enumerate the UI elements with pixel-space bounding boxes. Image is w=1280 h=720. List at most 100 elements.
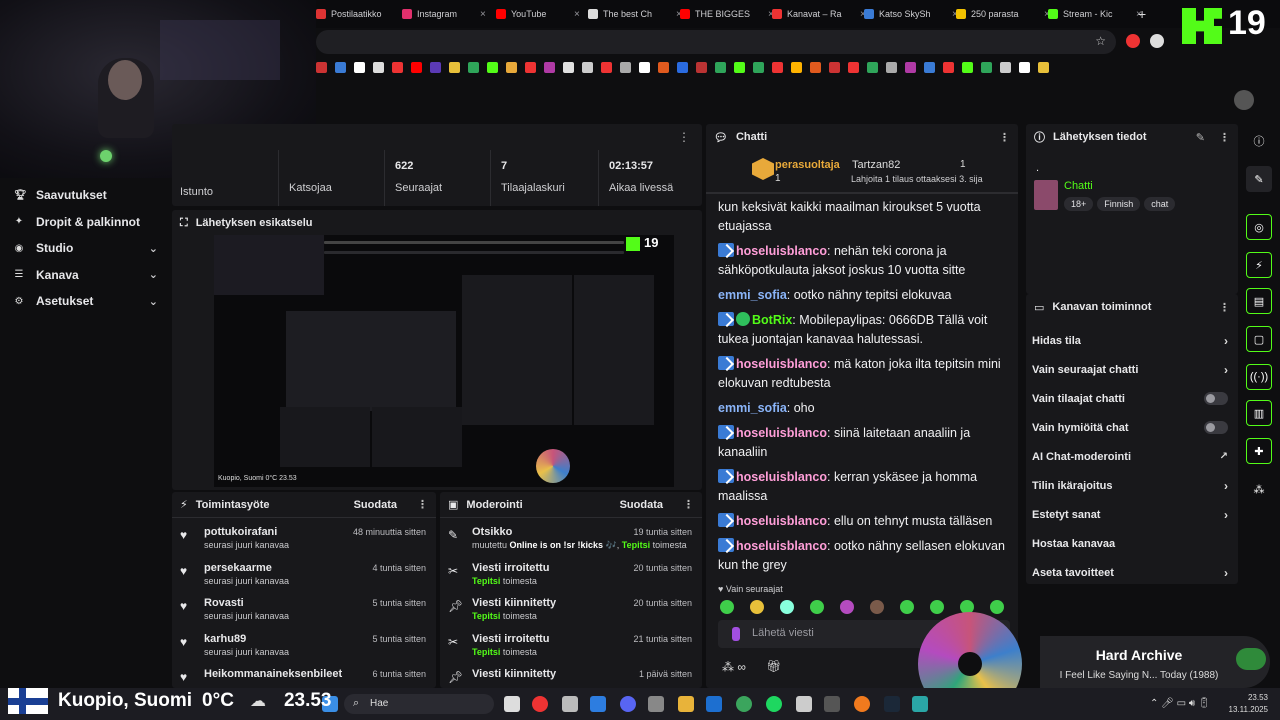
sidebar-item-studio[interactable]: ◉ Studio ⌄ — [0, 235, 170, 262]
activity-user[interactable]: pottukoirafani — [204, 526, 277, 538]
app-icon[interactable] — [912, 696, 928, 712]
chat-username[interactable]: emmi_sofia — [718, 401, 787, 415]
app-icon[interactable] — [562, 696, 578, 712]
bookmark-icon[interactable] — [639, 61, 650, 73]
taskbar-search[interactable]: ⌕ Hae — [344, 694, 494, 714]
close-tab-icon[interactable]: × — [574, 9, 580, 20]
activity-item[interactable]: ♥ karhu89 seurasi juuri kanavaa 5 tuntia si… — [172, 631, 436, 666]
channel-action-item[interactable]: Hidas tila › — [1026, 326, 1238, 355]
bookmark-icon[interactable] — [563, 61, 574, 73]
browser-tab[interactable]: Postilaatikko× — [316, 4, 410, 24]
activity-user[interactable]: Heikommanaineksenbileet — [204, 668, 342, 680]
more-options-icon[interactable]: ⋮ — [1219, 301, 1230, 314]
extension-icon[interactable] — [1150, 34, 1164, 48]
bookmark-icon[interactable] — [772, 61, 783, 73]
activity-item[interactable]: ♥ pottukoirafani seurasi juuri kanavaa 48 m… — [172, 524, 436, 559]
emote-icon[interactable] — [750, 600, 764, 614]
app-icon[interactable] — [532, 696, 548, 712]
tag[interactable]: 18+ — [1064, 197, 1094, 211]
avatar[interactable] — [1234, 90, 1254, 110]
edit-icon[interactable]: ✎ — [1196, 131, 1205, 144]
bookmark-icon[interactable] — [924, 61, 935, 73]
category-thumbnail[interactable] — [1034, 180, 1058, 210]
moderation-item[interactable]: ✎ Otsikko muutettu Online is on !sr !kicks… — [440, 524, 702, 559]
tag[interactable]: chat — [1144, 197, 1176, 211]
more-options-icon[interactable]: ⋮ — [683, 498, 694, 511]
folder-icon[interactable] — [678, 696, 694, 712]
chat-username[interactable]: hoseluisblanco — [736, 426, 827, 440]
activity-item[interactable]: ♥ Rovasti seurasi juuri kanavaa 5 tuntia si… — [172, 595, 436, 630]
moderator-name[interactable]: Tepitsi — [622, 540, 650, 550]
chat-tools-icon[interactable]: ⁂ ∞ — [722, 660, 746, 674]
bookmark-icon[interactable] — [487, 61, 498, 73]
browser-tab[interactable]: YouTube × — [496, 4, 580, 24]
channel-action-item[interactable]: Vain hymiöitä chat — [1026, 413, 1238, 442]
edge-icon[interactable] — [736, 696, 752, 712]
spotify-icon[interactable] — [766, 696, 782, 712]
more-options-icon[interactable]: ⋮ — [417, 498, 428, 511]
more-icon[interactable]: ⁂ — [1246, 476, 1272, 502]
bookmark-icon[interactable] — [335, 61, 346, 73]
bookmark-icon[interactable] — [962, 61, 973, 73]
moderator-name[interactable]: Tepitsi — [472, 611, 500, 621]
bookmark-icon[interactable] — [449, 61, 460, 73]
emote-icon[interactable] — [870, 600, 884, 614]
emote-icon[interactable] — [780, 600, 794, 614]
more-options-icon[interactable]: ⋮ — [1219, 131, 1230, 144]
emote-icon[interactable] — [900, 600, 914, 614]
bookmark-icon[interactable] — [1038, 61, 1049, 73]
activity-filter-button[interactable]: Suodata — [354, 499, 397, 511]
info-icon[interactable]: ⓘ — [1246, 128, 1272, 154]
moderator-name[interactable]: Tepitsi — [472, 647, 500, 657]
app-icon[interactable] — [796, 696, 812, 712]
clock-date[interactable]: 13.11.2025 — [1214, 705, 1268, 714]
chat-username[interactable]: hoseluisblanco — [736, 244, 827, 258]
mic-icon[interactable] — [732, 627, 740, 641]
channel-action-item[interactable]: Hostaa kanavaa — [1026, 529, 1238, 558]
activity-item[interactable]: ♥ Heikommanaineksenbileet 6 tuntia sitten — [172, 666, 436, 684]
broadcast-icon[interactable]: ((·)) — [1246, 364, 1272, 390]
channel-action-item[interactable]: Vain seuraajat chatti › — [1026, 355, 1238, 384]
new-tab-button[interactable]: + — [1138, 4, 1146, 24]
bookmark-icon[interactable] — [525, 61, 536, 73]
discord-icon[interactable] — [620, 696, 636, 712]
browser-tab[interactable]: Katso SkySh × — [864, 4, 958, 24]
moderator-name[interactable]: Tepitsi — [472, 576, 500, 586]
toggle-switch[interactable] — [1204, 392, 1228, 405]
bookmark-icon[interactable] — [753, 61, 764, 73]
bookmark-icon[interactable] — [848, 61, 859, 73]
moderation-filter-button[interactable]: Suodata — [620, 499, 663, 511]
bookmark-icon[interactable] — [1000, 61, 1011, 73]
bookmark-icon[interactable] — [943, 61, 954, 73]
sidebar-item-achievements[interactable]: 🏆︎ Saavutukset — [0, 182, 170, 209]
clock-time[interactable]: 23.53 — [1222, 693, 1268, 702]
second-gifter-name[interactable]: Tartzan82 — [852, 159, 900, 171]
channel-action-item[interactable]: Vain tilaajat chatti — [1026, 384, 1238, 413]
chat-username[interactable]: BotRix — [752, 313, 792, 327]
bookmark-icon[interactable] — [506, 61, 517, 73]
browser-tab[interactable]: 250 parasta × — [956, 4, 1050, 24]
toggle-switch[interactable] — [1204, 421, 1228, 434]
bookmark-icon[interactable] — [715, 61, 726, 73]
activity-user[interactable]: karhu89 — [204, 633, 246, 645]
sidebar-item-drops[interactable]: ✦ Dropit & palkinnot — [0, 209, 170, 236]
sidebar-item-settings[interactable]: ⚙ Asetukset ⌄ — [0, 288, 170, 315]
settings-icon[interactable] — [648, 696, 664, 712]
activity-user[interactable]: Rovasti — [204, 597, 244, 609]
bookmark-star-icon[interactable]: ☆ — [1095, 34, 1106, 48]
bookmark-icon[interactable] — [677, 61, 688, 73]
browser-tab[interactable]: Instagram × — [402, 4, 486, 24]
extension-icon[interactable] — [1126, 34, 1140, 48]
more-options-icon[interactable]: ⋮ — [678, 130, 690, 144]
bookmark-icon[interactable] — [905, 61, 916, 73]
mail-icon[interactable] — [706, 696, 722, 712]
bookmark-icon[interactable] — [886, 61, 897, 73]
category-link[interactable]: Chatti — [1064, 180, 1093, 192]
chat-username[interactable]: hoseluisblanco — [736, 514, 827, 528]
bookmark-icon[interactable] — [468, 61, 479, 73]
chat-username[interactable]: emmi_sofia — [718, 288, 787, 302]
close-tab-icon[interactable]: × — [480, 9, 486, 20]
emote-icon[interactable] — [720, 600, 734, 614]
bookmark-icon[interactable] — [354, 61, 365, 73]
moderation-item[interactable]: ✂ Viesti irroitettu Tepitsi toimesta 21 tun… — [440, 631, 702, 666]
